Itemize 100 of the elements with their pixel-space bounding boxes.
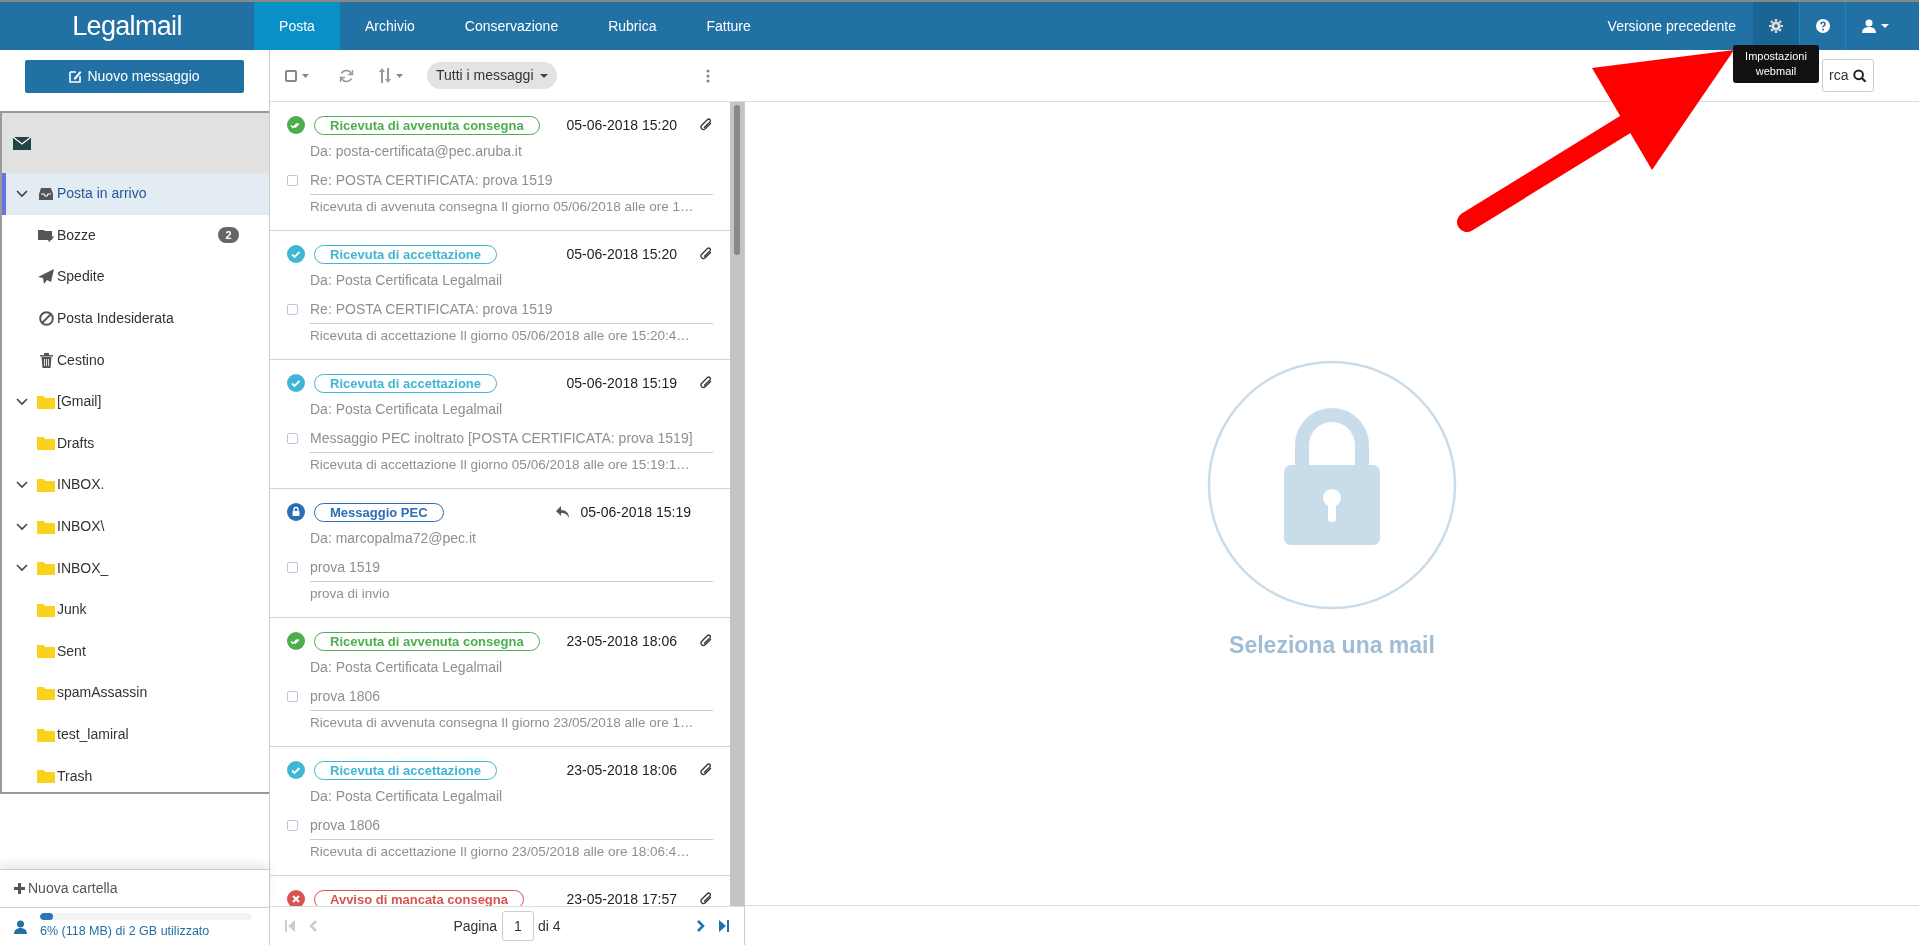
folder-item[interactable]: INBOX_ xyxy=(2,547,269,589)
chevron-down-icon xyxy=(16,480,28,489)
search-icon xyxy=(1853,68,1867,83)
new-message-button[interactable]: Nuovo messaggio xyxy=(25,59,244,93)
chevron-down-icon xyxy=(16,564,28,573)
message-subject: Re: POSTA CERTIFICATA: prova 1519 xyxy=(310,171,553,189)
folder-item[interactable]: Posta Indesiderata xyxy=(2,297,269,340)
message-preview: Ricevuta di accettazione Il giorno 23/05/2018 alle ore 18:06:4… xyxy=(310,844,691,860)
last-page-icon[interactable] xyxy=(719,920,729,932)
folder-icon xyxy=(37,477,55,492)
folder-icon xyxy=(37,644,55,659)
message-preview: Ricevuta di avvenuta consegna Il giorno 23/05/2018 alle ore 1… xyxy=(310,715,695,731)
folder-item[interactable]: Junk xyxy=(2,588,269,631)
folder-item[interactable]: Spedite xyxy=(2,256,269,298)
filter-dropdown[interactable]: Tutti i messaggi xyxy=(427,62,557,89)
folder-label: Trash xyxy=(57,766,93,786)
logo[interactable]: Legalmail xyxy=(72,5,182,47)
nav-tab[interactable]: Archivio xyxy=(340,2,440,50)
folder-label: Sent xyxy=(57,641,86,661)
scrollbar[interactable] xyxy=(730,102,744,906)
message-date: 23-05-2018 18:06 xyxy=(566,631,677,651)
folder-label: INBOX. xyxy=(57,475,105,495)
new-folder-button[interactable]: Nuova cartella xyxy=(28,878,118,899)
folder-icon xyxy=(37,727,55,742)
folder-label: Posta in arrivo xyxy=(57,184,147,204)
checkbox[interactable] xyxy=(287,561,298,573)
message-date: 05-06-2018 15:20 xyxy=(566,115,677,135)
checkbox[interactable] xyxy=(287,690,298,702)
check-icon xyxy=(287,374,305,392)
page-count: di 4 xyxy=(538,916,561,936)
message-sender: Da: Posta Certificata Legalmail xyxy=(309,787,504,805)
paperclip-icon xyxy=(699,763,713,777)
nav-tab[interactable]: Conservazione xyxy=(439,2,584,50)
paperclip-icon xyxy=(699,892,713,906)
checkbox[interactable] xyxy=(287,819,298,831)
folder-item[interactable]: INBOX. xyxy=(2,464,269,506)
message-subject: prova 1806 xyxy=(310,816,381,834)
plus-icon xyxy=(14,883,25,894)
folder-item[interactable]: test_lamiral xyxy=(2,713,269,756)
message-subject: Messaggio PEC inoltrato [POSTA CERTIFICATA: prova 1519] xyxy=(310,429,693,447)
checkbox[interactable] xyxy=(287,174,298,186)
storage-text: 6% (118 MB) di 2 GB utilizzato xyxy=(40,922,211,940)
user-icon xyxy=(14,919,27,934)
caret-icon xyxy=(396,73,403,78)
paperclip-icon xyxy=(699,376,713,390)
paperclip-icon xyxy=(699,634,713,648)
sort-icon xyxy=(379,68,391,83)
page-input[interactable]: 1 xyxy=(502,911,534,941)
folder-item[interactable]: INBOX\ xyxy=(2,505,269,548)
nav-tab[interactable]: Rubrica xyxy=(583,2,682,50)
caret-icon xyxy=(302,73,309,78)
lock-icon xyxy=(287,503,305,521)
error-icon xyxy=(287,890,305,906)
settings-icon xyxy=(1769,19,1783,33)
message-subject: Re: POSTA CERTIFICATA: prova 1519 xyxy=(310,300,553,318)
unread-count: 2 xyxy=(218,227,239,244)
folder-item[interactable]: Drafts xyxy=(2,422,269,465)
message-sender: Da: Posta Certificata Legalmail xyxy=(309,400,504,418)
folder-label: Junk xyxy=(57,600,87,620)
paper-plane-icon xyxy=(38,269,54,285)
folder-item[interactable]: Cestino xyxy=(2,339,269,381)
message-preview: Ricevuta di avvenuta consegna Il giorno 05/06/2018 alle ore 1… xyxy=(310,199,695,215)
message-preview: Ricevuta di accettazione Il giorno 05/06/2018 alle ore 15:19:1… xyxy=(310,457,691,473)
message-date: 05-06-2018 15:20 xyxy=(566,244,677,264)
check-icon xyxy=(287,761,305,779)
page-label: Pagina xyxy=(453,916,497,936)
message-preview: Ricevuta di accettazione Il giorno 05/06/2018 alle ore 15:20:4… xyxy=(310,328,691,344)
folder-item[interactable]: spamAssassin xyxy=(2,672,269,714)
folder-item[interactable]: Posta in arrivo xyxy=(2,173,269,215)
folder-icon xyxy=(37,436,55,451)
nav-tab[interactable]: Fatture xyxy=(681,2,776,50)
folder-label: Cestino xyxy=(57,350,105,370)
tooltip: Impostazioni webmail xyxy=(1733,45,1819,83)
checkbox[interactable] xyxy=(287,432,298,444)
folder-item[interactable]: Bozze 2 xyxy=(2,214,269,257)
folder-icon xyxy=(37,685,55,700)
first-page-icon[interactable] xyxy=(285,920,295,932)
folder-label: test_lamiral xyxy=(57,725,129,744)
folder-item[interactable]: Sent xyxy=(2,630,269,673)
previous-page-icon[interactable] xyxy=(309,920,317,932)
folder-item[interactable]: [Gmail] xyxy=(2,380,269,423)
folder-item[interactable]: Trash xyxy=(2,755,269,797)
next-page-icon[interactable] xyxy=(697,920,705,932)
message-date: 23-05-2018 17:57 xyxy=(566,889,677,906)
select-dropdown[interactable] xyxy=(285,69,309,82)
checkbox[interactable] xyxy=(287,303,298,315)
nav-tab[interactable]: Posta xyxy=(254,2,340,50)
search-field[interactable]: rca xyxy=(1822,59,1874,92)
folder-label: INBOX\ xyxy=(57,517,105,537)
help-icon xyxy=(1815,19,1830,33)
check-icon xyxy=(287,632,305,650)
folder-label: INBOX_ xyxy=(57,558,109,578)
more-icon[interactable] xyxy=(705,68,710,83)
message-preview: prova di invio xyxy=(310,586,391,602)
sort-dropdown[interactable] xyxy=(379,68,403,83)
message-sender: Da: marcopalma72@pec.it xyxy=(309,529,477,547)
message-date: 05-06-2018 15:19 xyxy=(580,502,691,522)
paperclip-icon xyxy=(699,118,713,132)
refresh-icon[interactable] xyxy=(339,68,354,83)
check-icon xyxy=(287,245,305,263)
